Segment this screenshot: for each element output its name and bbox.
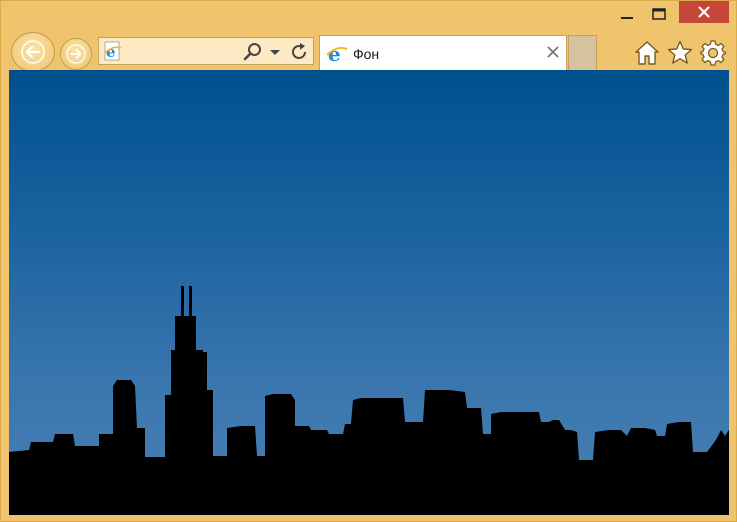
search-icon[interactable] (243, 42, 263, 62)
city-skyline-silhouette (9, 286, 729, 515)
new-tab-button[interactable] (568, 35, 597, 70)
chevron-down-icon[interactable] (269, 42, 281, 62)
ie-logo-icon: e (104, 41, 122, 61)
forward-button[interactable] (60, 38, 92, 70)
settings-gear-icon (699, 39, 726, 66)
close-icon (698, 6, 710, 18)
home-icon (634, 40, 659, 65)
page-content (9, 70, 729, 515)
back-arrow-icon (21, 40, 45, 64)
back-button[interactable] (11, 32, 55, 72)
svg-text:e: e (106, 43, 116, 61)
home-button[interactable] (633, 39, 660, 66)
maximize-icon (652, 8, 666, 20)
favorites-button[interactable] (666, 39, 693, 66)
settings-button[interactable] (699, 39, 726, 66)
tab-title: Фон (353, 46, 380, 62)
address-input[interactable] (127, 41, 237, 61)
window-controls (611, 1, 729, 30)
navigation-bar: e e Фон (9, 30, 728, 72)
tab-active[interactable]: e Фон (319, 35, 567, 70)
minimize-icon (621, 17, 633, 19)
forward-arrow-icon (66, 44, 86, 64)
maximize-button[interactable] (643, 1, 675, 27)
close-button[interactable] (679, 1, 729, 23)
browser-window: e e Фон (0, 0, 737, 522)
favorites-star-icon (667, 40, 692, 64)
refresh-icon[interactable] (288, 41, 310, 63)
ie-logo-icon: e (326, 42, 348, 64)
toolbar (633, 39, 726, 66)
address-bar: e (98, 37, 314, 65)
minimize-button[interactable] (611, 1, 643, 27)
close-tab-icon[interactable] (546, 45, 560, 59)
